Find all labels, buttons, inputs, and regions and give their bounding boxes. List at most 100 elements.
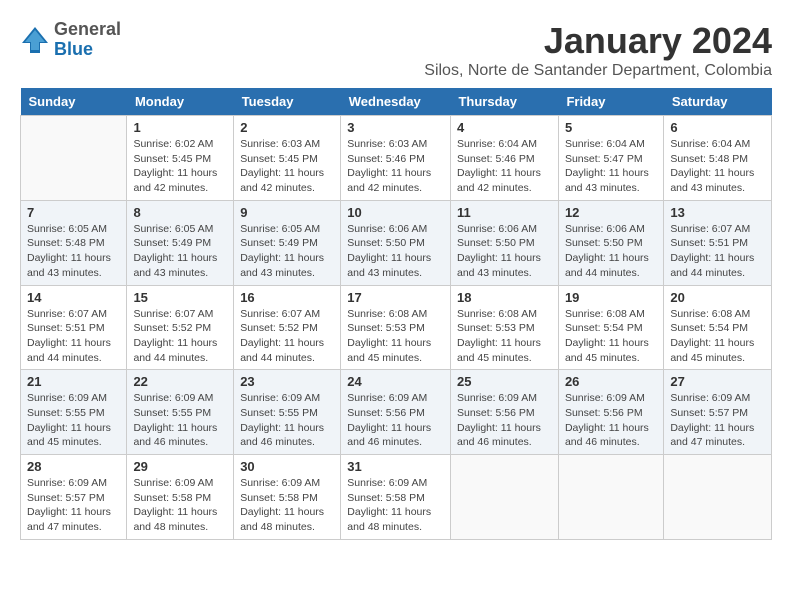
month-title: January 2024: [424, 20, 772, 62]
calendar-cell: 18 Sunrise: 6:08 AM Sunset: 5:53 PM Dayli…: [450, 285, 558, 370]
day-info: Sunrise: 6:09 AM Sunset: 5:55 PM Dayligh…: [27, 391, 120, 450]
day-info: Sunrise: 6:04 AM Sunset: 5:48 PM Dayligh…: [670, 137, 765, 196]
calendar-cell: 5 Sunrise: 6:04 AM Sunset: 5:47 PM Daylig…: [558, 116, 663, 201]
header-day-monday: Monday: [127, 88, 234, 116]
calendar-cell: 16 Sunrise: 6:07 AM Sunset: 5:52 PM Dayli…: [234, 285, 341, 370]
header-day-thursday: Thursday: [450, 88, 558, 116]
calendar-cell: 22 Sunrise: 6:09 AM Sunset: 5:55 PM Dayli…: [127, 370, 234, 455]
header: General Blue January 2024 Silos, Norte d…: [20, 20, 772, 80]
calendar-week-row: 7 Sunrise: 6:05 AM Sunset: 5:48 PM Daylig…: [21, 200, 772, 285]
day-number: 4: [457, 120, 552, 135]
day-number: 29: [133, 459, 227, 474]
day-number: 6: [670, 120, 765, 135]
calendar-cell: [450, 455, 558, 540]
day-info: Sunrise: 6:07 AM Sunset: 5:52 PM Dayligh…: [133, 307, 227, 366]
day-info: Sunrise: 6:09 AM Sunset: 5:57 PM Dayligh…: [27, 476, 120, 535]
day-info: Sunrise: 6:03 AM Sunset: 5:45 PM Dayligh…: [240, 137, 334, 196]
calendar-cell: 24Sunrise: 6:09 AM Sunset: 5:56 PM Dayli…: [341, 370, 451, 455]
header-day-sunday: Sunday: [21, 88, 127, 116]
day-info: Sunrise: 6:09 AM Sunset: 5:55 PM Dayligh…: [133, 391, 227, 450]
day-number: 26: [565, 374, 657, 389]
header-day-saturday: Saturday: [664, 88, 772, 116]
logo-icon: [20, 25, 50, 55]
day-info: Sunrise: 6:02 AM Sunset: 5:45 PM Dayligh…: [133, 137, 227, 196]
calendar-cell: 25 Sunrise: 6:09 AM Sunset: 5:56 PM Dayli…: [450, 370, 558, 455]
day-info: Sunrise: 6:06 AM Sunset: 5:50 PM Dayligh…: [457, 222, 552, 281]
calendar-cell: [664, 455, 772, 540]
calendar-cell: 3Sunrise: 6:03 AM Sunset: 5:46 PM Daylig…: [341, 116, 451, 201]
day-number: 31: [347, 459, 444, 474]
logo: General Blue: [20, 20, 121, 60]
calendar-cell: 8 Sunrise: 6:05 AM Sunset: 5:49 PM Daylig…: [127, 200, 234, 285]
calendar-cell: 26 Sunrise: 6:09 AM Sunset: 5:56 PM Dayli…: [558, 370, 663, 455]
calendar-header-row: SundayMondayTuesdayWednesdayThursdayFrid…: [21, 88, 772, 116]
day-number: 27: [670, 374, 765, 389]
day-info: Sunrise: 6:08 AM Sunset: 5:54 PM Dayligh…: [670, 307, 765, 366]
calendar-table: SundayMondayTuesdayWednesdayThursdayFrid…: [20, 88, 772, 540]
calendar-cell: 7 Sunrise: 6:05 AM Sunset: 5:48 PM Daylig…: [21, 200, 127, 285]
day-number: 21: [27, 374, 120, 389]
day-info: Sunrise: 6:04 AM Sunset: 5:46 PM Dayligh…: [457, 137, 552, 196]
title-section: January 2024 Silos, Norte de Santander D…: [424, 20, 772, 80]
calendar-cell: 11 Sunrise: 6:06 AM Sunset: 5:50 PM Dayli…: [450, 200, 558, 285]
day-number: 30: [240, 459, 334, 474]
logo-blue: Blue: [54, 40, 121, 60]
day-info: Sunrise: 6:09 AM Sunset: 5:56 PM Dayligh…: [565, 391, 657, 450]
calendar-cell: 15 Sunrise: 6:07 AM Sunset: 5:52 PM Dayli…: [127, 285, 234, 370]
calendar-cell: 6 Sunrise: 6:04 AM Sunset: 5:48 PM Daylig…: [664, 116, 772, 201]
day-info: Sunrise: 6:09 AM Sunset: 5:57 PM Dayligh…: [670, 391, 765, 450]
day-number: 15: [133, 290, 227, 305]
day-number: 5: [565, 120, 657, 135]
day-number: 22: [133, 374, 227, 389]
day-info: Sunrise: 6:08 AM Sunset: 5:53 PM Dayligh…: [457, 307, 552, 366]
day-info: Sunrise: 6:09 AM Sunset: 5:58 PM Dayligh…: [347, 476, 444, 535]
calendar-week-row: 1 Sunrise: 6:02 AM Sunset: 5:45 PM Daylig…: [21, 116, 772, 201]
day-number: 25: [457, 374, 552, 389]
calendar-cell: 4 Sunrise: 6:04 AM Sunset: 5:46 PM Daylig…: [450, 116, 558, 201]
day-info: Sunrise: 6:07 AM Sunset: 5:51 PM Dayligh…: [670, 222, 765, 281]
calendar-cell: 13Sunrise: 6:07 AM Sunset: 5:51 PM Dayli…: [664, 200, 772, 285]
day-number: 3: [347, 120, 444, 135]
day-info: Sunrise: 6:09 AM Sunset: 5:58 PM Dayligh…: [240, 476, 334, 535]
day-info: Sunrise: 6:08 AM Sunset: 5:53 PM Dayligh…: [347, 307, 444, 366]
calendar-cell: 29Sunrise: 6:09 AM Sunset: 5:58 PM Dayli…: [127, 455, 234, 540]
day-number: 17: [347, 290, 444, 305]
header-day-tuesday: Tuesday: [234, 88, 341, 116]
day-number: 16: [240, 290, 334, 305]
calendar-cell: 20Sunrise: 6:08 AM Sunset: 5:54 PM Dayli…: [664, 285, 772, 370]
calendar-cell: 28Sunrise: 6:09 AM Sunset: 5:57 PM Dayli…: [21, 455, 127, 540]
day-number: 10: [347, 205, 444, 220]
day-number: 7: [27, 205, 120, 220]
calendar-cell: 12 Sunrise: 6:06 AM Sunset: 5:50 PM Dayli…: [558, 200, 663, 285]
day-number: 2: [240, 120, 334, 135]
calendar-week-row: 14 Sunrise: 6:07 AM Sunset: 5:51 PM Dayli…: [21, 285, 772, 370]
calendar-cell: 30 Sunrise: 6:09 AM Sunset: 5:58 PM Dayli…: [234, 455, 341, 540]
day-info: Sunrise: 6:04 AM Sunset: 5:47 PM Dayligh…: [565, 137, 657, 196]
page-container: General Blue January 2024 Silos, Norte d…: [20, 20, 772, 540]
calendar-cell: 17 Sunrise: 6:08 AM Sunset: 5:53 PM Dayli…: [341, 285, 451, 370]
day-number: 11: [457, 205, 552, 220]
day-number: 23: [240, 374, 334, 389]
calendar-cell: 19Sunrise: 6:08 AM Sunset: 5:54 PM Dayli…: [558, 285, 663, 370]
calendar-cell: 14 Sunrise: 6:07 AM Sunset: 5:51 PM Dayli…: [21, 285, 127, 370]
calendar-cell: 31 Sunrise: 6:09 AM Sunset: 5:58 PM Dayli…: [341, 455, 451, 540]
day-number: 24: [347, 374, 444, 389]
day-info: Sunrise: 6:05 AM Sunset: 5:48 PM Dayligh…: [27, 222, 120, 281]
location-title: Silos, Norte de Santander Department, Co…: [424, 62, 772, 80]
day-info: Sunrise: 6:07 AM Sunset: 5:51 PM Dayligh…: [27, 307, 120, 366]
day-info: Sunrise: 6:07 AM Sunset: 5:52 PM Dayligh…: [240, 307, 334, 366]
day-number: 8: [133, 205, 227, 220]
day-number: 14: [27, 290, 120, 305]
day-number: 18: [457, 290, 552, 305]
day-info: Sunrise: 6:05 AM Sunset: 5:49 PM Dayligh…: [240, 222, 334, 281]
calendar-cell: 27 Sunrise: 6:09 AM Sunset: 5:57 PM Dayli…: [664, 370, 772, 455]
day-number: 1: [133, 120, 227, 135]
day-number: 12: [565, 205, 657, 220]
calendar-cell: 21 Sunrise: 6:09 AM Sunset: 5:55 PM Dayli…: [21, 370, 127, 455]
calendar-cell: 9Sunrise: 6:05 AM Sunset: 5:49 PM Daylig…: [234, 200, 341, 285]
day-info: Sunrise: 6:06 AM Sunset: 5:50 PM Dayligh…: [565, 222, 657, 281]
header-day-friday: Friday: [558, 88, 663, 116]
calendar-week-row: 21 Sunrise: 6:09 AM Sunset: 5:55 PM Dayli…: [21, 370, 772, 455]
day-info: Sunrise: 6:09 AM Sunset: 5:56 PM Dayligh…: [457, 391, 552, 450]
day-info: Sunrise: 6:05 AM Sunset: 5:49 PM Dayligh…: [133, 222, 227, 281]
